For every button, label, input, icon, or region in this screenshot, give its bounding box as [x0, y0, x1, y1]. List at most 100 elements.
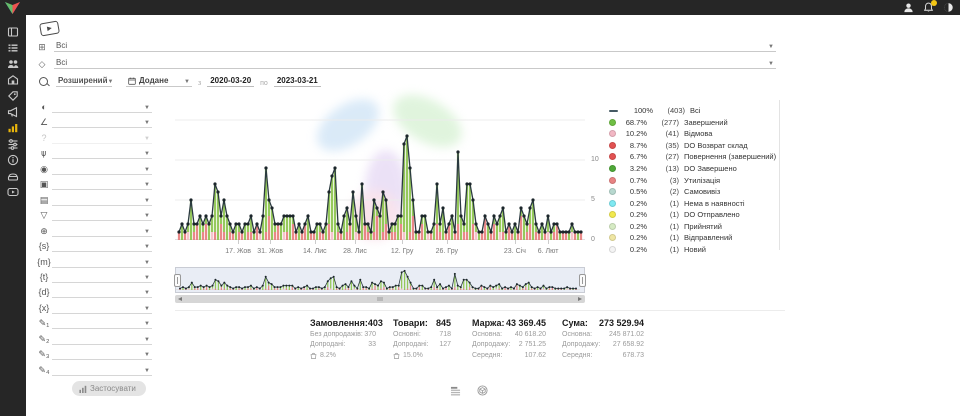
- legend-item[interactable]: 0.2%(1)Прийнятий: [609, 220, 776, 232]
- legend-item[interactable]: 0.2%(1)DO Отправлено: [609, 209, 776, 221]
- scroll-left-icon[interactable]: [178, 297, 182, 301]
- stat-column: Маржа:43 369.45Основна:40 618.20Допродаж…: [472, 318, 546, 359]
- main-chart[interactable]: [175, 100, 585, 241]
- upsell-bag-icon: [393, 352, 400, 359]
- sidebar-item-analytics[interactable]: [0, 120, 26, 136]
- chart-scrollbar[interactable]: [175, 295, 585, 303]
- legend-count: (1): [653, 245, 679, 254]
- package-view-icon[interactable]: [477, 383, 488, 401]
- filter-row-package: ▣▼: [36, 176, 152, 190]
- filter-dropdown[interactable]: ▼: [52, 321, 152, 329]
- stat-badge: 15.0%: [403, 352, 423, 359]
- pencil-4-icon: ✎₄: [36, 366, 52, 376]
- legend-item[interactable]: 100%(403)Всі: [609, 105, 776, 117]
- date-field-select[interactable]: Додане ▼: [126, 76, 192, 87]
- stat-sub-value: 107.62: [525, 352, 546, 359]
- legend-line-swatch: [609, 110, 618, 113]
- sidebar-item-dashboard[interactable]: [0, 24, 26, 40]
- sidebar-item-info[interactable]: [0, 152, 26, 168]
- legend-item[interactable]: 0.5%(2)Самовивіз: [609, 186, 776, 198]
- sidebar-item-sliders[interactable]: [0, 136, 26, 152]
- sidebar-item-support[interactable]: [0, 168, 26, 184]
- theme-icon[interactable]: [943, 2, 954, 13]
- search-mode-select[interactable]: Розширений ▼: [56, 76, 112, 87]
- brush-chart[interactable]: [175, 267, 585, 293]
- filter-row-question: ?▼: [36, 130, 152, 144]
- user-icon[interactable]: [903, 2, 914, 13]
- sidebar-item-tags[interactable]: [0, 88, 26, 104]
- legend-percent: 100%: [627, 106, 653, 115]
- chevron-down-icon: ▼: [144, 151, 150, 157]
- legend-item[interactable]: 68.7%(277)Завершений: [609, 117, 776, 129]
- date-from-input[interactable]: 2020-03-20: [207, 76, 254, 87]
- filter-dropdown[interactable]: ▼: [52, 290, 152, 298]
- legend-item[interactable]: 0.2%(1)Нема в наявності: [609, 197, 776, 209]
- filter-dropdown[interactable]: ▼: [52, 306, 152, 314]
- filter-dropdown[interactable]: ▼: [52, 368, 152, 376]
- video-tag-icon[interactable]: ▶: [39, 20, 60, 36]
- filter-dropdown[interactable]: ▼: [52, 105, 152, 113]
- brush-handle-left[interactable]: [174, 274, 181, 287]
- tags-icon: [7, 90, 19, 102]
- filter-dropdown[interactable]: ▼: [52, 151, 152, 159]
- brush-handle-right[interactable]: [579, 274, 586, 287]
- filter-dropdown[interactable]: ▼: [52, 120, 152, 128]
- filter-row-globe-half: ◐▼: [36, 99, 152, 113]
- stat-value: 43 369.45: [506, 318, 546, 328]
- filter-select-1[interactable]: Всі▼: [54, 58, 776, 69]
- bell-icon[interactable]: [923, 2, 934, 13]
- globe-icon: ⊕: [36, 227, 52, 237]
- legend-dot-swatch: [609, 246, 616, 253]
- legend-item[interactable]: 3.2%(13)DO Завершено: [609, 163, 776, 175]
- filter-dropdown[interactable]: ▼: [52, 260, 152, 268]
- date-to-input[interactable]: 2023-03-21: [274, 76, 321, 87]
- apply-button[interactable]: Застосувати: [72, 381, 146, 396]
- legend-item[interactable]: 0.2%(1)Новий: [609, 244, 776, 256]
- sidebar-item-video[interactable]: [0, 184, 26, 200]
- filter-dropdown[interactable]: ▼: [52, 136, 152, 144]
- legend-item[interactable]: 0.2%(1)Відправлений: [609, 232, 776, 244]
- sidebar-item-clients[interactable]: [0, 56, 26, 72]
- legend-item[interactable]: 0.7%(3)Утилізація: [609, 174, 776, 186]
- app-logo-icon[interactable]: [4, 1, 21, 20]
- legend-item[interactable]: 8.7%(35)DO Возврат склад: [609, 140, 776, 152]
- analytics-icon: [7, 122, 19, 134]
- chevron-down-icon: ▼: [144, 290, 150, 296]
- legend-dot-swatch: [609, 223, 616, 230]
- filter-dropdown[interactable]: ▼: [52, 275, 152, 283]
- legend-item[interactable]: 10.2%(41)Відмова: [609, 128, 776, 140]
- chevron-down-icon: ▼: [144, 105, 150, 111]
- legend-percent: 0.2%: [621, 245, 647, 254]
- legend-label: Самовивіз: [684, 187, 720, 196]
- chevron-down-icon: ▼: [144, 229, 150, 235]
- table-view-icon[interactable]: [450, 383, 461, 401]
- filter-dropdown[interactable]: ▼: [52, 229, 152, 237]
- sidebar-item-orders[interactable]: [0, 40, 26, 56]
- legend-item[interactable]: 6.7%(27)Повернення (завершений): [609, 151, 776, 163]
- x-axis-tick: 17. Жов: [225, 248, 251, 255]
- scrollbar-grip[interactable]: [378, 297, 383, 301]
- filter-dropdown[interactable]: ▼: [52, 167, 152, 175]
- filter-dropdown[interactable]: ▼: [52, 182, 152, 190]
- filter-dropdown[interactable]: ▼: [52, 198, 152, 206]
- chevron-down-icon: ▼: [144, 120, 150, 126]
- legend-percent: 0.7%: [621, 176, 647, 185]
- legend-count: (27): [653, 152, 679, 161]
- orders-icon: [7, 42, 19, 54]
- filter-select-0[interactable]: Всі▼: [54, 41, 776, 52]
- x-axis-tick: 28. Лис: [343, 248, 367, 255]
- filter-row-hierarchy: ⋔▼: [36, 145, 152, 159]
- filter-dropdown[interactable]: ▼: [52, 352, 152, 360]
- filter-dropdown[interactable]: ▼: [52, 213, 152, 221]
- legend-dot-swatch: [609, 130, 616, 137]
- sidebar-item-marketing[interactable]: [0, 104, 26, 120]
- product-box-icon: ◇: [36, 60, 48, 69]
- video-icon: [7, 186, 19, 198]
- stat-sub-label: Середня:: [562, 352, 592, 359]
- sidebar-item-store[interactable]: [0, 72, 26, 88]
- clients-icon: [7, 58, 19, 70]
- filter-dropdown[interactable]: ▼: [52, 337, 152, 345]
- scroll-right-icon[interactable]: [578, 297, 582, 301]
- filter-dropdown[interactable]: ▼: [52, 244, 152, 252]
- legend-count: (403): [659, 106, 685, 115]
